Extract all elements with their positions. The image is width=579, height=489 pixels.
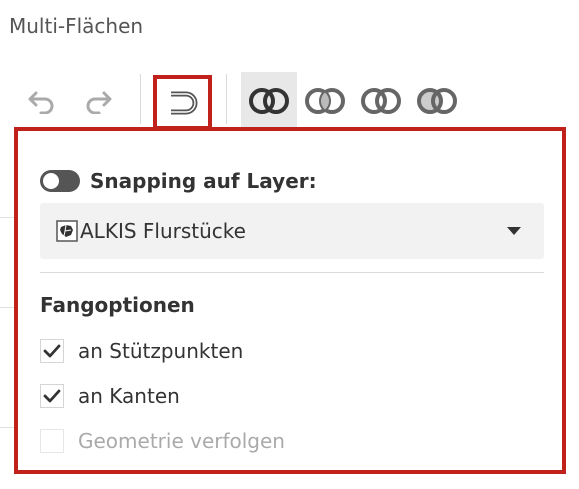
snapping-toggle-row: Snapping auf Layer: xyxy=(40,169,317,193)
undo-icon xyxy=(28,91,54,114)
undo-button[interactable] xyxy=(14,72,70,130)
snapping-toggle[interactable] xyxy=(40,170,80,192)
option-label: an Kanten xyxy=(78,384,180,408)
snapping-panel: Snapping auf Layer: ALKIS Flurstücke Fan… xyxy=(14,127,566,474)
option-label: an Stützpunkten xyxy=(78,339,244,363)
section-title: Fangoptionen xyxy=(40,293,195,317)
redo-button[interactable] xyxy=(70,72,126,130)
checkbox[interactable] xyxy=(40,384,64,408)
layer-select-value: ALKIS Flurstücke xyxy=(80,219,246,243)
magnet-snap-icon xyxy=(170,91,197,114)
panel-title: Multi-Flächen xyxy=(9,14,144,38)
option-trace-geometry[interactable]: Geometrie verfolgen xyxy=(40,429,285,453)
intersect-button[interactable] xyxy=(297,72,353,130)
toggle-knob xyxy=(43,173,59,189)
toolbar-separator xyxy=(226,74,227,124)
snapping-button[interactable] xyxy=(153,75,212,130)
difference-icon xyxy=(361,88,401,114)
symmetric-difference-icon xyxy=(417,88,457,114)
check-icon xyxy=(43,389,61,403)
snapping-label: Snapping auf Layer: xyxy=(90,169,317,193)
option-edges[interactable]: an Kanten xyxy=(40,384,180,408)
layer-select[interactable]: ALKIS Flurstücke xyxy=(40,203,544,259)
intersect-icon xyxy=(305,88,345,114)
toolbar xyxy=(0,72,579,130)
symmetric-difference-button[interactable] xyxy=(409,72,465,130)
toolbar-separator xyxy=(140,74,141,124)
parcel-layer-icon xyxy=(56,220,78,242)
union-button[interactable] xyxy=(241,72,297,130)
check-icon xyxy=(43,344,61,358)
left-edge xyxy=(0,127,14,477)
difference-button[interactable] xyxy=(353,72,409,130)
divider xyxy=(40,272,544,273)
chevron-down-icon xyxy=(507,227,521,235)
union-icon xyxy=(249,88,289,114)
option-vertices[interactable]: an Stützpunkten xyxy=(40,339,243,363)
checkbox[interactable] xyxy=(40,339,64,363)
redo-icon xyxy=(86,91,112,114)
checkbox[interactable] xyxy=(40,429,64,453)
option-label: Geometrie verfolgen xyxy=(78,429,285,453)
